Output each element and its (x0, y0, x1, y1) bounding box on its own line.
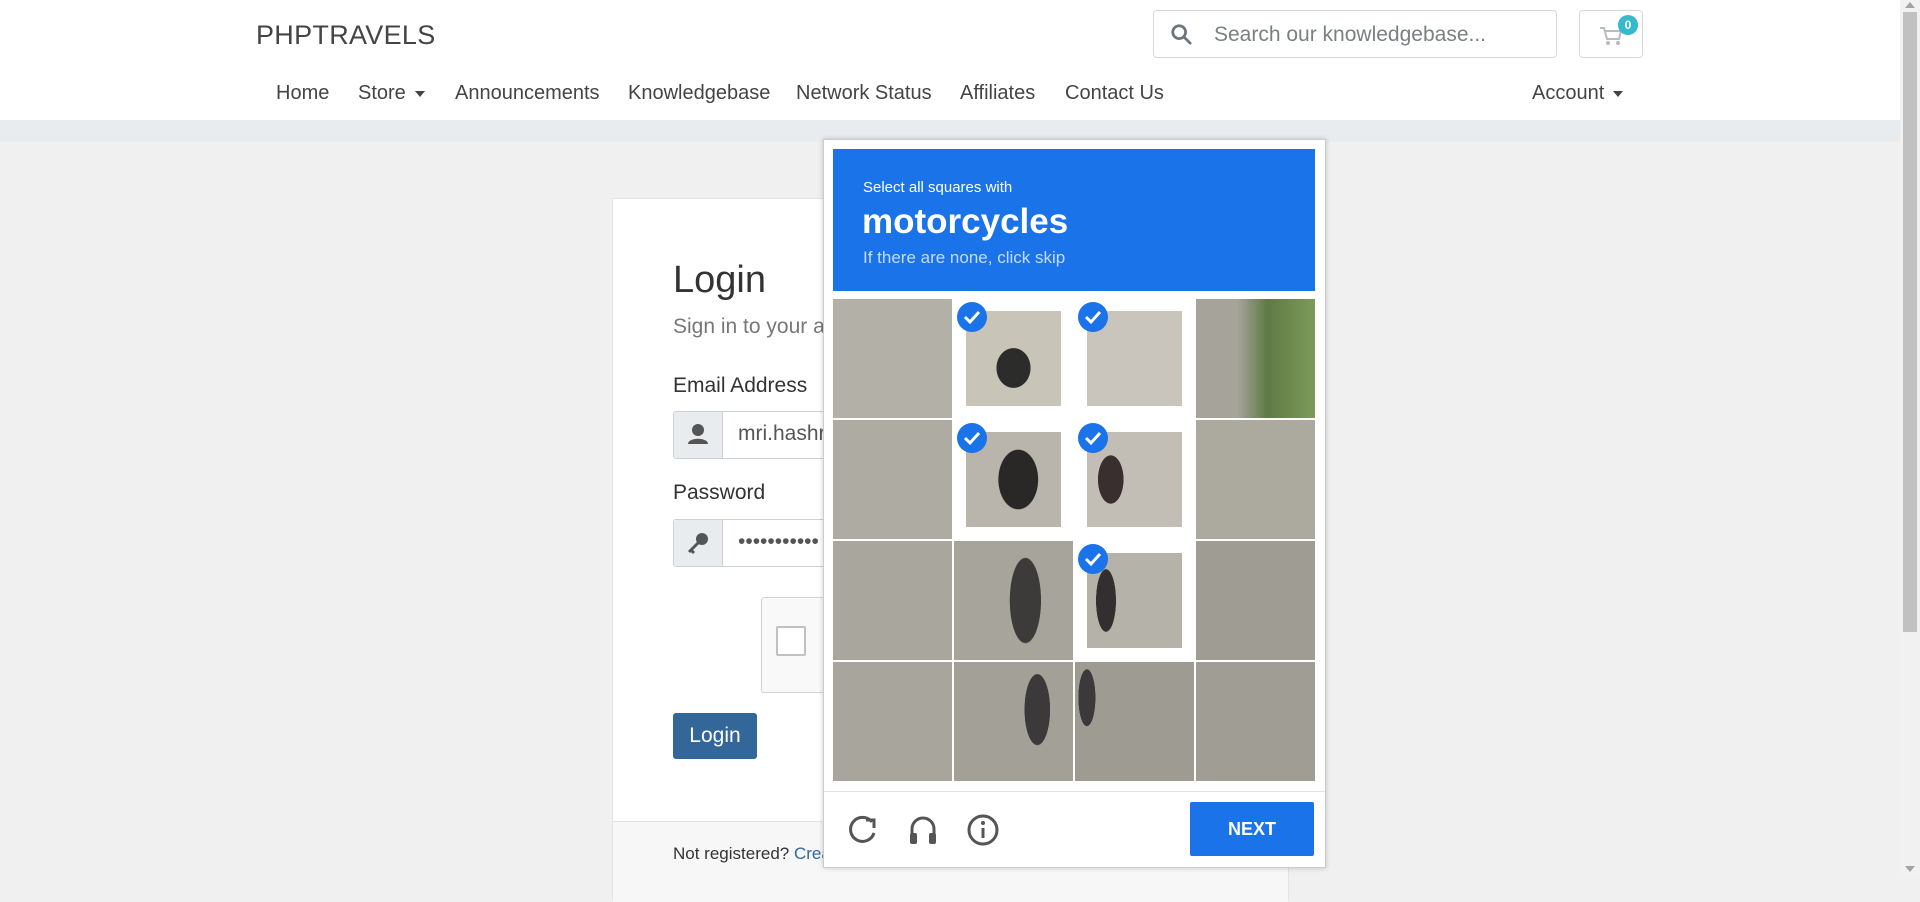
captcha-tile-image (1196, 662, 1315, 781)
password-value: ••••••••••• (738, 530, 819, 553)
captcha-header: Select all squares with motorcycles If t… (833, 149, 1315, 291)
cart-count-badge: 0 (1618, 15, 1638, 35)
captcha-tile[interactable] (833, 541, 952, 660)
captcha-tile[interactable] (954, 420, 1073, 539)
captcha-tile-image (1075, 662, 1194, 781)
captcha-tile-image (833, 420, 952, 539)
recaptcha-checkbox[interactable] (776, 626, 806, 656)
captcha-tile-image (833, 299, 952, 418)
login-button[interactable]: Login (673, 713, 757, 759)
captcha-tile[interactable] (1196, 541, 1315, 660)
login-subtitle: Sign in to your a (673, 315, 825, 338)
captcha-tile[interactable] (1075, 420, 1194, 539)
not-registered-text: Not registered? Crea (673, 844, 831, 864)
headphones-icon[interactable] (904, 811, 942, 849)
captcha-tile[interactable] (1075, 541, 1194, 660)
nav-account[interactable]: Account (1532, 82, 1624, 105)
nav-store-label: Store (358, 82, 406, 104)
checkmark-icon (1078, 544, 1108, 574)
chevron-down-icon (1613, 90, 1624, 97)
user-icon (688, 424, 708, 444)
search-input[interactable]: Search our knowledgebase... (1214, 23, 1486, 47)
brand-logo[interactable]: PHPTRAVELS (256, 20, 436, 51)
nav-store[interactable]: Store (358, 82, 425, 105)
nav-network-status[interactable]: Network Status (796, 82, 932, 105)
email-addon (674, 412, 723, 458)
scrollbar-thumb[interactable] (1903, 12, 1917, 632)
password-addon (674, 520, 723, 566)
top-navbar: PHPTRAVELS Search our knowledgebase... 0… (0, 0, 1900, 120)
captcha-tile-image (954, 662, 1073, 781)
captcha-tile[interactable] (1196, 299, 1315, 418)
checkmark-icon (957, 423, 987, 453)
login-title: Login (673, 259, 766, 301)
captcha-instruction: Select all squares with (863, 179, 1013, 196)
checkmark-icon (957, 302, 987, 332)
key-icon (687, 533, 708, 555)
captcha-tile[interactable] (833, 420, 952, 539)
checkmark-icon (1078, 302, 1108, 332)
captcha-tile[interactable] (833, 662, 952, 781)
cart-button[interactable]: 0 (1579, 10, 1643, 58)
page-scrollbar[interactable] (1900, 0, 1920, 875)
captcha-hint: If there are none, click skip (863, 248, 1066, 267)
nav-home[interactable]: Home (276, 82, 329, 105)
scroll-up-arrow[interactable] (1905, 2, 1915, 8)
captcha-tile[interactable] (833, 299, 952, 418)
captcha-footer-divider (824, 791, 1325, 792)
nav-account-label: Account (1532, 82, 1605, 104)
email-value: mri.hashr (738, 422, 826, 445)
scroll-down-arrow[interactable] (1905, 866, 1915, 872)
search-icon (1171, 24, 1192, 45)
captcha-tile[interactable] (1196, 662, 1315, 781)
captcha-tile-image (1196, 541, 1315, 660)
captcha-tile-image (954, 541, 1073, 660)
nav-affiliates[interactable]: Affiliates (960, 82, 1035, 105)
nav-announcements[interactable]: Announcements (455, 82, 600, 105)
captcha-tile[interactable] (954, 662, 1073, 781)
reload-icon[interactable] (844, 811, 882, 849)
nav-knowledgebase[interactable]: Knowledgebase (628, 82, 770, 105)
search-box[interactable]: Search our knowledgebase... (1153, 10, 1557, 58)
email-label: Email Address (673, 374, 808, 397)
captcha-tile-image (833, 662, 952, 781)
not-registered-label: Not registered? (673, 844, 794, 863)
captcha-challenge: Select all squares with motorcycles If t… (823, 139, 1326, 868)
captcha-image-grid (833, 299, 1316, 782)
captcha-tile-image (833, 541, 952, 660)
checkmark-icon (1078, 423, 1108, 453)
captcha-target: motorcycles (862, 202, 1069, 241)
captcha-tile-image (1196, 420, 1315, 539)
next-button[interactable]: NEXT (1190, 802, 1314, 856)
captcha-tile[interactable] (1075, 662, 1194, 781)
captcha-tile[interactable] (954, 541, 1073, 660)
captcha-tile[interactable] (1075, 299, 1194, 418)
captcha-tile-image (1196, 299, 1315, 418)
chevron-down-icon (414, 90, 425, 97)
info-icon[interactable] (964, 811, 1002, 849)
captcha-tile[interactable] (1196, 420, 1315, 539)
password-label: Password (673, 481, 766, 504)
captcha-tile[interactable] (954, 299, 1073, 418)
nav-contact-us[interactable]: Contact Us (1065, 82, 1164, 105)
